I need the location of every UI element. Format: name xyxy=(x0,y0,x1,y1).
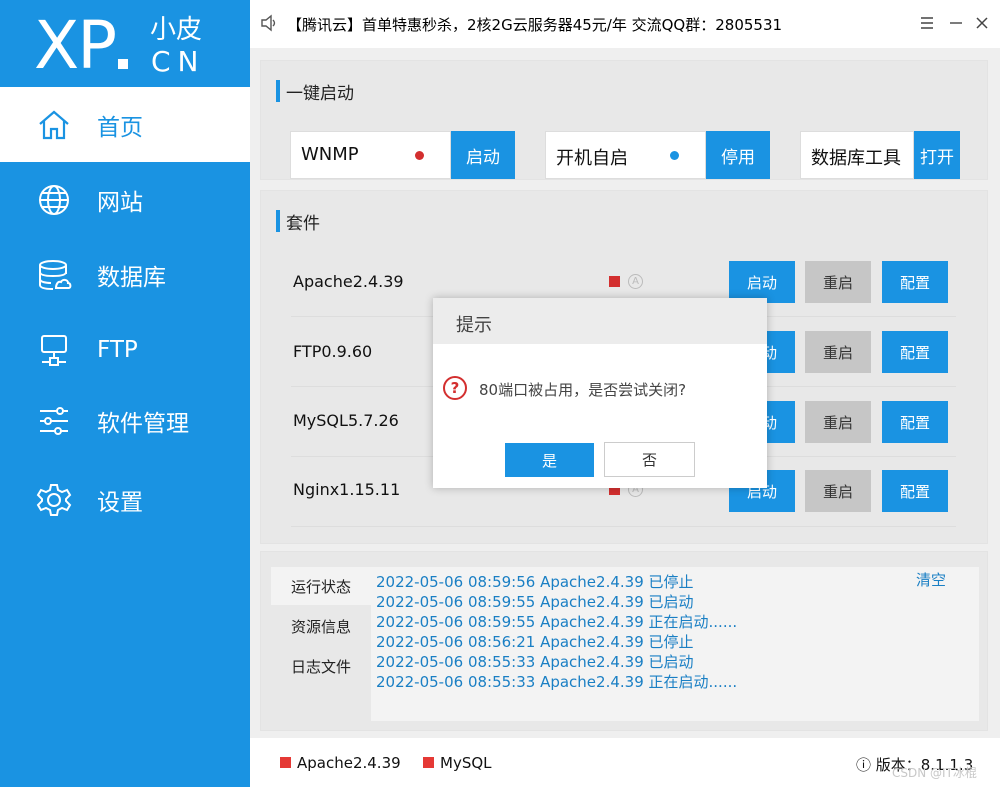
autostart-status-dot xyxy=(670,151,679,160)
suite-name: Nginx1.15.11 xyxy=(293,480,401,499)
sidebar-item-database[interactable]: 数据库 xyxy=(0,237,250,312)
sidebar: XP 小皮 CN 首页 网站 数据库 FTP 软件管理 设置 xyxy=(0,0,250,787)
home-icon xyxy=(39,110,69,139)
log-line: 2022-05-06 08:55:33 Apache2.4.39 已启动 xyxy=(376,653,694,671)
autostart-label: 开机自启 xyxy=(556,148,628,169)
sidebar-item-label: 软件管理 xyxy=(97,410,189,437)
logo-cn-bottom: CN xyxy=(151,45,206,78)
status-mysql: MySQL xyxy=(423,754,492,772)
confirm-dialog: 提示 ? 80端口被占用，是否尝试关闭? 是 否 xyxy=(433,298,767,488)
dialog-header: 提示 xyxy=(433,298,767,344)
wnmp-box: WNMP xyxy=(290,131,451,179)
log-line: 2022-05-06 08:56:21 Apache2.4.39 已停止 xyxy=(376,633,694,651)
sidebar-item-label: 设置 xyxy=(97,489,143,516)
sidebar-item-software[interactable]: 软件管理 xyxy=(0,383,250,458)
sidebar-item-label: 首页 xyxy=(97,114,143,141)
suite-name: FTP0.9.60 xyxy=(293,342,373,361)
sidebar-item-label: FTP xyxy=(97,336,138,363)
status-square xyxy=(280,757,291,768)
sidebar-item-ftp[interactable]: FTP xyxy=(0,312,250,387)
yes-button[interactable]: 是 xyxy=(505,443,594,477)
suite-name: Apache2.4.39 xyxy=(293,272,404,291)
announcement-text[interactable]: 【腾讯云】首单特惠秒杀，2核2G云服务器45元/年 交流QQ群：2805531 xyxy=(287,14,782,35)
autostart-box: 开机自启 xyxy=(545,131,706,179)
suite-name: MySQL5.7.26 xyxy=(293,411,399,430)
start-button[interactable]: 启动 xyxy=(729,261,795,303)
logo-dot xyxy=(118,59,128,69)
sidebar-item-label: 数据库 xyxy=(97,264,166,291)
wnmp-label: WNMP xyxy=(301,144,359,165)
tab-run-status[interactable]: 运行状态 xyxy=(271,567,371,605)
quickstart-title: 一键启动 xyxy=(276,79,354,104)
autostart-disable-button[interactable]: 停用 xyxy=(706,131,770,179)
app-logo: XP 小皮 CN xyxy=(0,0,250,87)
sidebar-item-website[interactable]: 网站 xyxy=(0,162,250,237)
sidebar-item-home[interactable]: 首页 xyxy=(0,87,250,162)
no-button[interactable]: 否 xyxy=(604,442,695,477)
config-button[interactable]: 配置 xyxy=(882,470,948,512)
dbtool-label: 数据库工具 xyxy=(811,148,901,169)
restart-button[interactable]: 重启 xyxy=(805,470,871,512)
sliders-icon xyxy=(40,406,68,435)
dialog-title: 提示 xyxy=(456,315,492,336)
wnmp-start-button[interactable]: 启动 xyxy=(451,131,515,179)
logo-xp-text: XP xyxy=(34,7,117,84)
status-square xyxy=(609,276,620,287)
close-icon[interactable] xyxy=(971,12,993,34)
watermark: CSDN @IT冰棍 xyxy=(892,766,977,780)
auto-icon: A xyxy=(628,274,643,289)
clear-log-button[interactable]: 清空 xyxy=(916,569,946,590)
log-line: 2022-05-06 08:59:55 Apache2.4.39 正在启动...… xyxy=(376,613,738,631)
tab-log-files[interactable]: 日志文件 xyxy=(271,647,371,685)
config-button[interactable]: 配置 xyxy=(882,331,948,373)
question-icon: ? xyxy=(443,376,467,400)
speaker-icon xyxy=(261,14,276,32)
log-output: 2022-05-06 08:59:56 Apache2.4.39 已停止 202… xyxy=(371,567,979,721)
log-panel: 运行状态 资源信息 日志文件 2022-05-06 08:59:56 Apach… xyxy=(260,551,988,731)
dbtool-box: 数据库工具 xyxy=(800,131,914,179)
config-button[interactable]: 配置 xyxy=(882,401,948,443)
log-line: 2022-05-06 08:59:56 Apache2.4.39 已停止 xyxy=(376,573,694,591)
status-apache-label: Apache2.4.39 xyxy=(297,754,401,772)
minimize-icon[interactable] xyxy=(945,12,967,34)
sidebar-item-label: 网站 xyxy=(97,189,143,216)
status-square xyxy=(423,757,434,768)
wnmp-status-dot xyxy=(415,151,424,160)
title-bar: 【腾讯云】首单特惠秒杀，2核2G云服务器45元/年 交流QQ群：2805531 xyxy=(250,0,1000,48)
sidebar-item-settings[interactable]: 设置 xyxy=(0,462,250,537)
ftp-icon xyxy=(41,334,67,366)
status-mysql-label: MySQL xyxy=(440,754,492,772)
dbtool-open-button[interactable]: 打开 xyxy=(914,131,960,179)
suite-title: 套件 xyxy=(276,209,320,234)
restart-button[interactable]: 重启 xyxy=(805,261,871,303)
status-apache: Apache2.4.39 xyxy=(280,754,401,772)
log-line: 2022-05-06 08:59:55 Apache2.4.39 已启动 xyxy=(376,593,694,611)
restart-button[interactable]: 重启 xyxy=(805,331,871,373)
config-button[interactable]: 配置 xyxy=(882,261,948,303)
log-line: 2022-05-06 08:55:33 Apache2.4.39 正在启动...… xyxy=(376,673,738,691)
dialog-message: 80端口被占用，是否尝试关闭? xyxy=(479,381,687,399)
restart-button[interactable]: 重启 xyxy=(805,401,871,443)
status-bar: Apache2.4.39 MySQL ⓘ 版本：8.1.1.3 CSDN @IT… xyxy=(250,738,1000,787)
gear-icon xyxy=(36,483,72,516)
logo-cn-top: 小皮 xyxy=(150,15,203,45)
quickstart-panel: 一键启动 WNMP 启动 开机自启 停用 数据库工具 打开 xyxy=(260,60,988,180)
tab-resource-info[interactable]: 资源信息 xyxy=(271,607,371,645)
menu-icon[interactable] xyxy=(916,12,938,34)
globe-icon xyxy=(39,184,69,215)
database-icon xyxy=(39,259,72,290)
